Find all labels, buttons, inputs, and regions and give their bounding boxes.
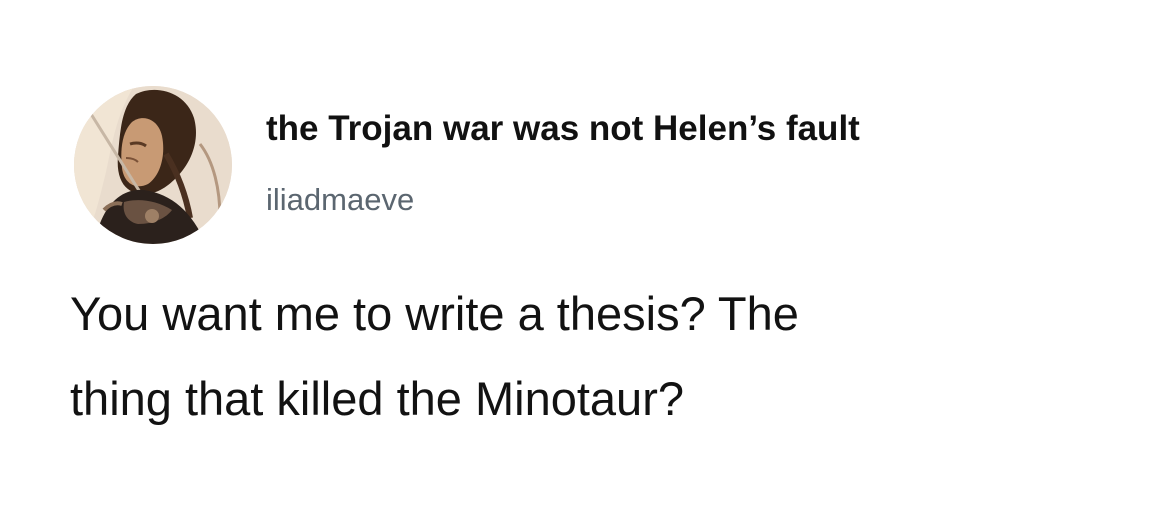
avatar[interactable] xyxy=(74,86,232,244)
username-handle[interactable]: iliadmaeve xyxy=(266,180,414,220)
tweet-text-line: You want me to write a thesis? The xyxy=(70,287,799,340)
display-name[interactable]: the Trojan war was not Helen’s fault xyxy=(266,107,860,151)
tweet-text-line: thing that killed the Minotaur? xyxy=(70,372,684,425)
tweet-card: the Trojan war was not Helen’s fault ili… xyxy=(0,0,1165,523)
profile-avatar-icon xyxy=(74,86,232,244)
tweet-text: You want me to write a thesis? The thing… xyxy=(70,271,1130,441)
